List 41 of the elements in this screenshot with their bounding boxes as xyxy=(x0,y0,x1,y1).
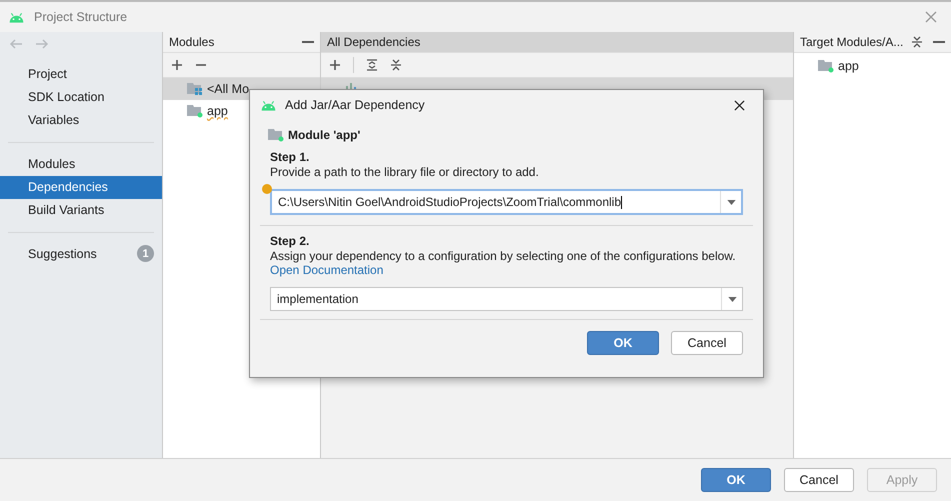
panel-title: Modules xyxy=(169,35,214,49)
add-icon[interactable] xyxy=(171,59,183,71)
hint-dot-icon[interactable] xyxy=(262,184,272,194)
dropdown-arrow-icon[interactable] xyxy=(728,296,736,302)
sidebar-item[interactable]: Dependencies xyxy=(0,176,162,199)
folder-grid-icon xyxy=(187,82,203,96)
module-folder-icon xyxy=(818,59,834,73)
step-description: Assign your dependency to a configuration by selecting one of the configurations below. xyxy=(270,249,737,263)
panel-title: All Dependencies xyxy=(327,35,420,49)
collapse-all-icon[interactable] xyxy=(911,36,923,48)
documentation-link[interactable]: Open Documentation xyxy=(270,263,743,277)
android-icon xyxy=(8,12,25,22)
module-label: Module 'app' xyxy=(288,128,360,142)
module-item[interactable]: app xyxy=(838,59,859,73)
module-folder-icon xyxy=(268,128,284,142)
dialog-button[interactable]: OK xyxy=(701,468,771,492)
step-description: Provide a path to the library file or directory to add. xyxy=(270,165,540,179)
sidebar-item[interactable]: Variables xyxy=(0,109,162,132)
sidebar-item[interactable]: Modules xyxy=(0,153,162,176)
sidebar-item[interactable]: Project xyxy=(0,63,162,86)
dialog-button[interactable]: Cancel xyxy=(784,468,854,492)
window-title: Project Structure xyxy=(34,10,128,24)
add-icon[interactable] xyxy=(329,59,341,71)
step-heading: Step 1. xyxy=(270,150,310,164)
step-heading: Step 2. xyxy=(270,234,310,248)
path-field[interactable]: C:\Users\Nitin Goel\AndroidStudioProjects\ZoomTrial\commonlib xyxy=(270,189,743,215)
panel-title: Target Modules/A... xyxy=(800,35,904,49)
android-icon xyxy=(260,100,277,110)
sidebar-item[interactable]: SDK Location xyxy=(0,86,162,109)
dialog-button[interactable]: Cancel xyxy=(671,331,743,355)
dialog-button[interactable]: OK xyxy=(587,331,659,355)
sidebar-item[interactable]: Suggestions xyxy=(28,246,97,260)
module-folder-icon xyxy=(187,104,203,118)
sidebar-item[interactable]: Build Variants xyxy=(0,199,162,222)
configuration-dropdown[interactable]: implementation xyxy=(270,287,743,311)
dialog-title: Add Jar/Aar Dependency xyxy=(285,98,426,112)
close-icon[interactable] xyxy=(734,100,745,110)
count-badge: 1 xyxy=(137,245,154,262)
collapse-all-icon[interactable] xyxy=(390,59,402,71)
expand-all-icon[interactable] xyxy=(366,59,378,71)
dropdown-arrow-icon[interactable] xyxy=(726,200,736,204)
